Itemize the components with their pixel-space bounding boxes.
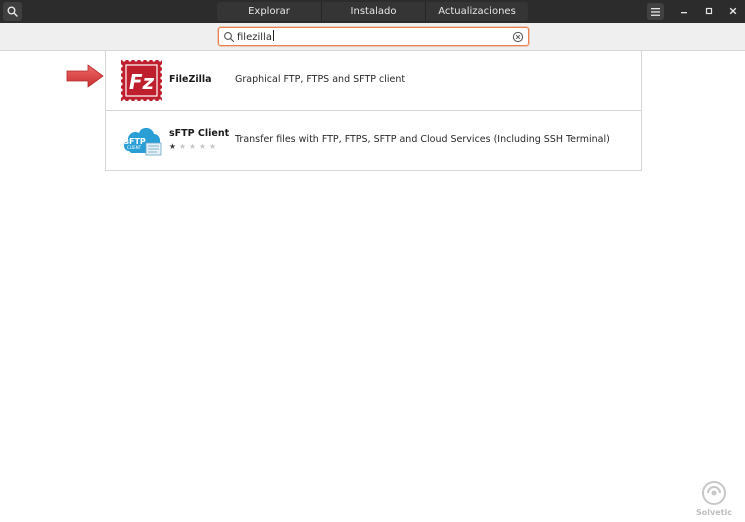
search-toggle-button[interactable] [3,2,22,21]
tab-explorar[interactable]: Explorar [217,2,321,21]
search-icon [224,32,235,43]
header-bar: Explorar Instalado Actualizaciones [0,0,745,23]
text-caret [272,30,274,41]
tab-instalado[interactable]: Instalado [321,2,425,21]
menu-button[interactable] [647,3,664,20]
app-name: FileZilla [169,74,212,85]
close-icon [729,7,737,15]
watermark-text: Solvetic [696,508,732,517]
search-bar: filezilla [0,23,745,51]
star-icon: ★ [208,142,217,151]
maximize-button[interactable] [702,4,716,18]
sftp-client-icon: sFTP CLIENT [123,127,162,156]
maximize-icon [705,7,713,15]
app-description: Graphical FTP, FTPS and SFTP client [235,74,406,85]
sftp-logo-subtext: CLIENT [127,145,142,150]
filezilla-logo-letters: Fz [129,70,155,94]
filezilla-icon: Fz [121,60,162,101]
app-description: Transfer files with FTP, FTPS, SFTP and … [235,134,610,145]
star-icon: ★ [178,142,187,151]
star-icon: ★ [188,142,197,151]
minimize-button[interactable] [677,4,691,18]
hamburger-icon [651,7,660,16]
search-input[interactable]: filezilla [218,27,529,46]
arrow-pointer-icon [66,64,104,88]
app-name: sFTP Client [169,128,230,139]
minimize-icon [681,12,687,14]
result-row-sftp-client[interactable]: sFTP CLIENT sFTP Client ★ ★ ★ ★ ★ Transf… [106,111,641,171]
clear-search-icon[interactable] [512,31,524,43]
star-icon: ★ [198,142,207,151]
view-switcher: Explorar Instalado Actualizaciones [217,2,528,21]
star-rating: ★ ★ ★ ★ ★ [168,142,217,151]
search-results-list: Fz FileZilla Graphical FTP, FTPS and SFT… [105,51,642,171]
tab-actualizaciones[interactable]: Actualizaciones [425,2,528,21]
close-button[interactable] [726,4,740,18]
search-value: filezilla [237,30,274,43]
star-icon: ★ [168,142,177,151]
search-icon [7,6,18,17]
watermark-logo: Solvetic [696,481,732,517]
result-row-filezilla[interactable]: Fz FileZilla Graphical FTP, FTPS and SFT… [106,51,641,111]
